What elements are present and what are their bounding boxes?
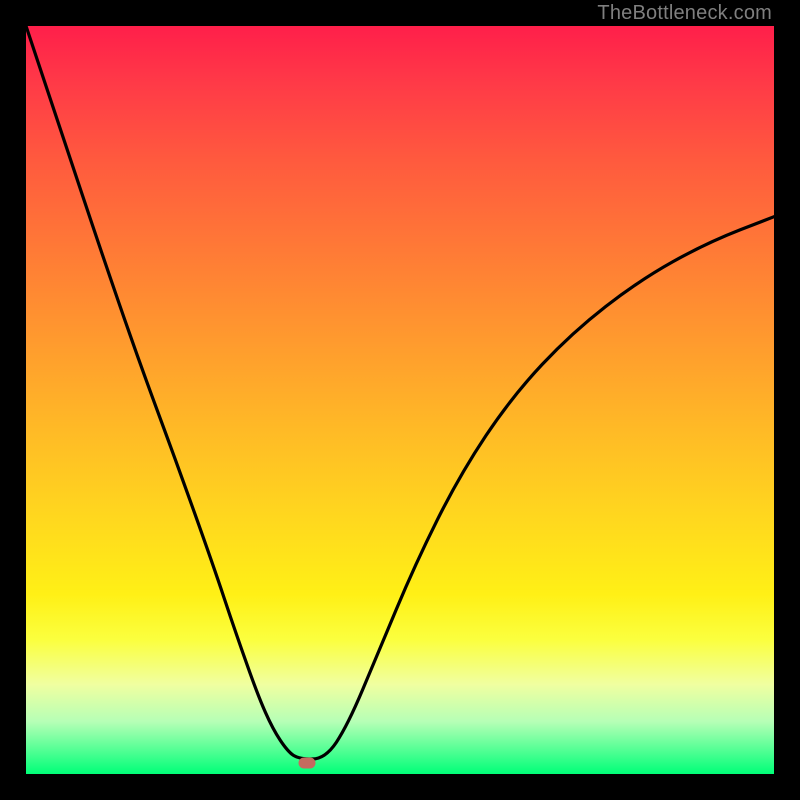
optimum-marker [298,757,315,768]
plot-area [26,26,774,774]
chart-frame: TheBottleneck.com [0,0,800,800]
curve-path [26,26,774,759]
watermark-text: TheBottleneck.com [597,2,772,25]
bottleneck-curve [26,26,774,774]
